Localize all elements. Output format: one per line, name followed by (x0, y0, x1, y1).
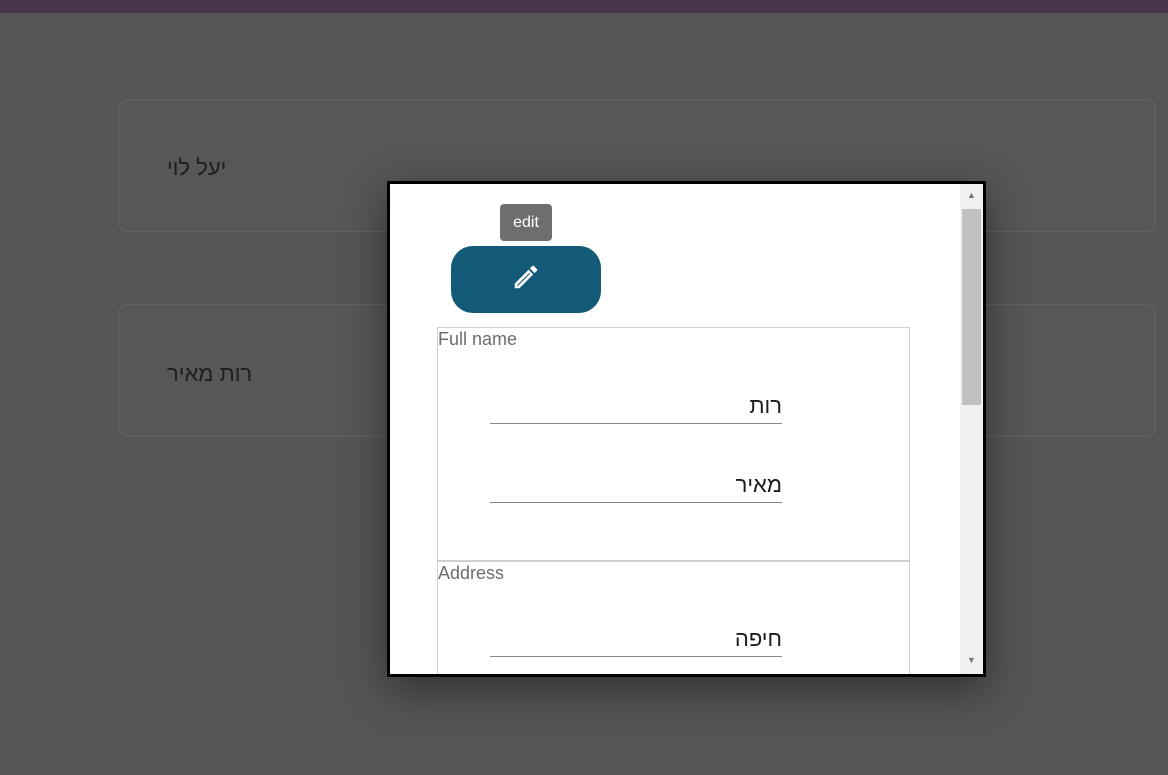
last-name-input[interactable] (490, 468, 782, 503)
scroll-up-arrow-icon[interactable]: ▲ (960, 186, 983, 203)
edit-tooltip: edit (500, 204, 552, 241)
first-name-input[interactable] (490, 389, 782, 424)
full-name-legend: Full name (438, 329, 518, 349)
dialog-scrollbar[interactable]: ▲ ▼ (960, 184, 983, 674)
pencil-icon (511, 262, 541, 297)
dialog-content: edit Full name Address (390, 184, 960, 674)
person-name: רות מאיר (167, 361, 253, 386)
edit-button[interactable] (451, 246, 601, 313)
full-name-fieldset: Full name (437, 327, 910, 561)
edit-dialog: edit Full name Address ▲ ▼ (387, 181, 986, 677)
address-legend: Address (438, 563, 505, 583)
person-name: יעל לוי (167, 155, 227, 180)
address-fieldset: Address (437, 561, 910, 674)
scroll-down-arrow-icon[interactable]: ▼ (960, 651, 983, 668)
city-input[interactable] (490, 622, 782, 657)
scroll-thumb[interactable] (962, 209, 981, 405)
top-app-bar (0, 0, 1168, 13)
